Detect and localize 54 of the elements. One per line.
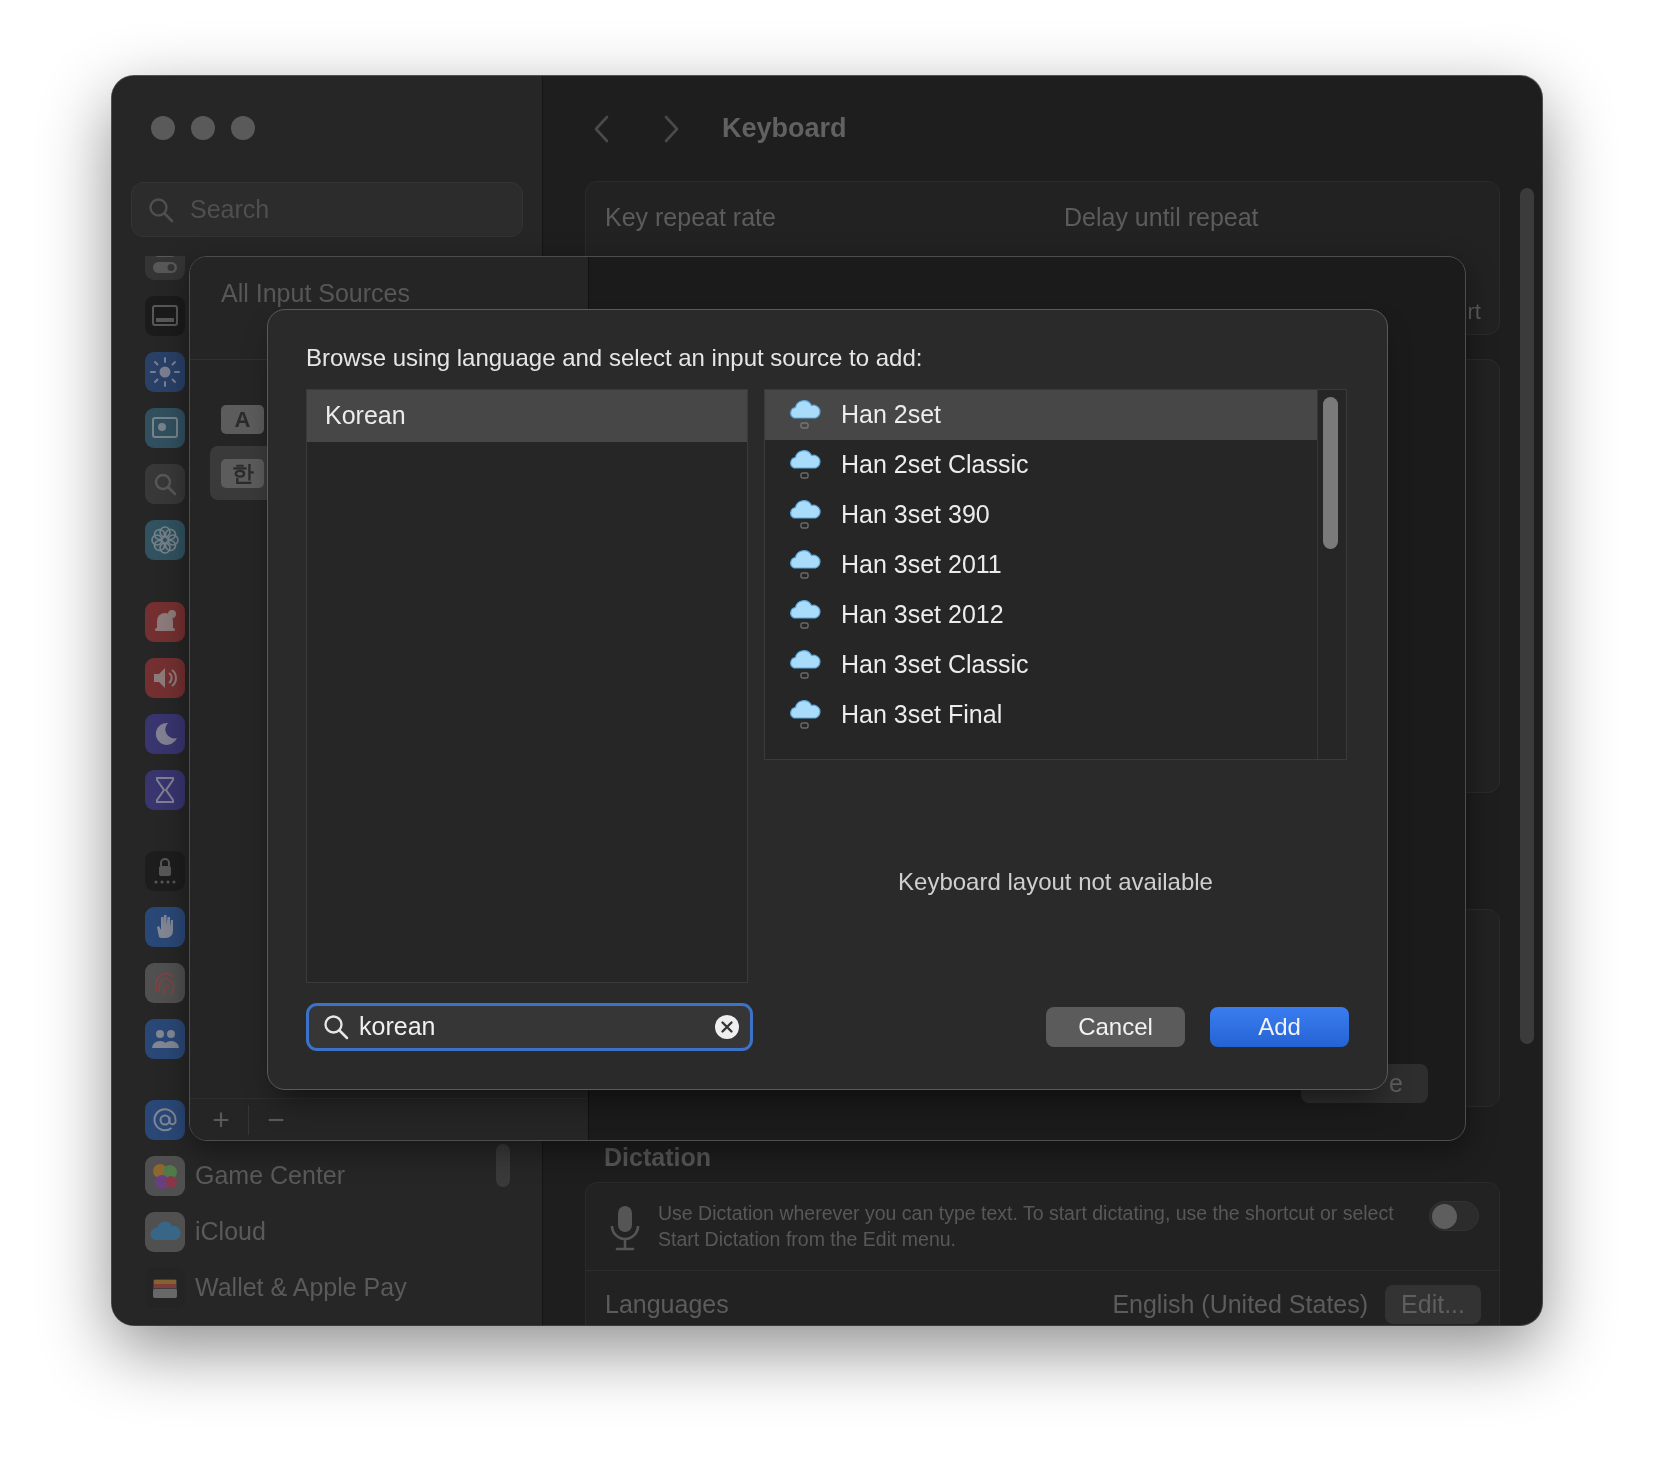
input-source-item[interactable]: Han 2set: [765, 390, 1317, 440]
microphone-icon: [608, 1204, 642, 1252]
dictation-toggle[interactable]: [1429, 1201, 1479, 1231]
search-icon: [148, 196, 174, 223]
setting-label: Delay until repeat: [1064, 202, 1259, 233]
status-message: Keyboard layout not available: [898, 866, 1213, 897]
cloud-icon: [787, 498, 822, 532]
moon-icon[interactable]: [145, 714, 185, 754]
people-icon[interactable]: [145, 1019, 185, 1059]
close-button[interactable]: [151, 116, 175, 140]
input-source-item[interactable]: Han 3set 390: [765, 490, 1317, 540]
cloud-icon: [787, 698, 822, 732]
lock-icon[interactable]: [145, 851, 185, 891]
input-source-item[interactable]: Han 3set Final: [765, 690, 1317, 740]
fingerprint-icon[interactable]: [145, 963, 185, 1003]
hourglass-icon[interactable]: [145, 770, 185, 810]
search-field[interactable]: korean: [306, 1003, 753, 1051]
minimize-button[interactable]: [191, 116, 215, 140]
speaker-icon[interactable]: [145, 658, 185, 698]
cloud-icon: [787, 398, 822, 432]
flower-icon[interactable]: [145, 520, 185, 560]
hand-icon[interactable]: [145, 907, 185, 947]
cloud-icon: [787, 548, 822, 582]
wallpaper-icon[interactable]: [145, 408, 185, 448]
scrollbar[interactable]: [1323, 397, 1338, 549]
add-button[interactable]: Add: [1210, 1007, 1349, 1047]
window-title: Keyboard: [722, 112, 847, 146]
at-sign-icon[interactable]: [145, 1100, 185, 1140]
search-icon: [323, 1014, 349, 1040]
language-item[interactable]: Korean: [307, 390, 747, 442]
display-icon[interactable]: [145, 296, 185, 336]
setting-label: Key repeat rate: [605, 202, 777, 233]
cloud-icon: [787, 448, 822, 482]
setting-label: Languages: [605, 1288, 729, 1320]
bubbles-icon[interactable]: [145, 1156, 185, 1196]
bell-icon[interactable]: [145, 602, 185, 642]
search-input[interactable]: korean: [349, 1008, 714, 1046]
zoom-button[interactable]: [231, 116, 255, 140]
input-source-item[interactable]: Han 3set Classic: [765, 640, 1317, 690]
cancel-button[interactable]: Cancel: [1046, 1007, 1185, 1047]
cloud-icon: [787, 598, 822, 632]
scrollbar[interactable]: [496, 1144, 510, 1187]
scrollbar[interactable]: [1520, 188, 1534, 1044]
cloud-icon: [787, 648, 822, 682]
setting-value: English (United States): [1112, 1288, 1369, 1320]
input-source-item[interactable]: Han 2set Classic: [765, 440, 1317, 490]
magnifier-icon[interactable]: [145, 464, 185, 504]
input-source-item[interactable]: Han 3set 2012: [765, 590, 1317, 640]
input-source-item[interactable]: Han 3set 2011: [765, 540, 1317, 590]
cloud-icon[interactable]: [145, 1212, 185, 1252]
clear-icon[interactable]: [714, 1014, 740, 1040]
sun-icon[interactable]: [145, 352, 185, 392]
back-icon[interactable]: [593, 114, 609, 143]
forward-icon[interactable]: [664, 114, 680, 143]
